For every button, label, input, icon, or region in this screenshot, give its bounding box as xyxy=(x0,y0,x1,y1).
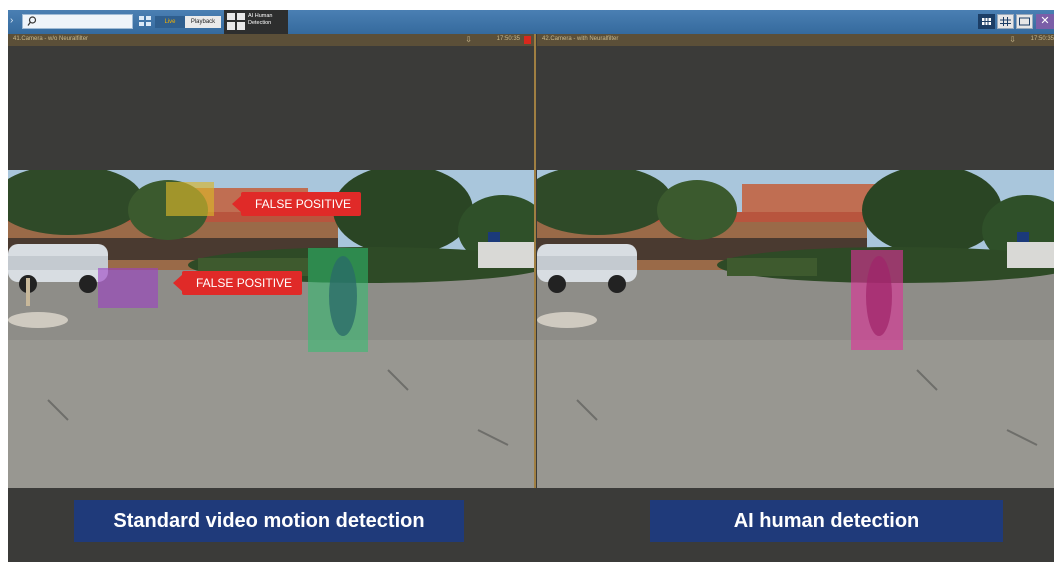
tools-button[interactable]: ✕ xyxy=(1036,14,1054,29)
caption-right: AI human detection xyxy=(650,500,1003,542)
false-positive-label: FALSE POSITIVE xyxy=(172,271,303,295)
search-icon xyxy=(27,16,37,26)
hash-grid-button[interactable] xyxy=(997,14,1014,29)
single-view-button[interactable] xyxy=(1016,14,1033,29)
camera-timestamp: 17:50:35 xyxy=(496,36,520,42)
camera-panel-left[interactable]: 41.Camera - w/o Neuralfilter ⇩ 17:50:35 xyxy=(8,34,536,488)
grid-view-icon xyxy=(982,18,991,25)
camera-timestamp: 17:50:35 xyxy=(1030,36,1054,42)
grid-view-button[interactable] xyxy=(978,14,995,29)
download-icon[interactable]: ⇩ xyxy=(1009,35,1016,44)
motion-box-yellow xyxy=(166,182,214,216)
false-positive-label: FALSE POSITIVE xyxy=(231,192,362,216)
expand-arrow-icon[interactable]: › xyxy=(10,15,13,26)
single-view-icon xyxy=(1019,17,1030,26)
camera-title-bar: 42.Camera - with Neuralfilter ⇩ 17:50:35 xyxy=(537,34,1054,46)
camera-video-frame xyxy=(537,170,1054,488)
live-mode-button[interactable]: Live xyxy=(155,16,185,28)
record-indicator-icon xyxy=(524,36,531,44)
camera-name: 42.Camera - with Neuralfilter xyxy=(542,36,619,42)
playback-mode-button[interactable]: Playback xyxy=(185,16,221,28)
layout-grid-icon[interactable] xyxy=(139,16,151,27)
tab-ai-human-detection[interactable]: AI Human Detection xyxy=(224,10,288,34)
camera-panel-right[interactable]: 42.Camera - with Neuralfilter ⇩ 17:50:35 xyxy=(537,34,1054,488)
download-icon[interactable]: ⇩ xyxy=(465,35,472,44)
hash-icon xyxy=(1000,17,1011,26)
motion-box-purple xyxy=(98,268,158,308)
camera-title-bar: 41.Camera - w/o Neuralfilter ⇩ 17:50:35 xyxy=(8,34,534,46)
camera-name: 41.Camera - w/o Neuralfilter xyxy=(13,36,89,42)
layout-icon xyxy=(227,13,245,30)
search-input[interactable] xyxy=(22,14,133,29)
mode-switch: Live Playback xyxy=(155,16,221,28)
tab-label: AI Human Detection xyxy=(248,13,273,26)
camera-video-frame xyxy=(8,170,534,488)
top-toolbar: › Live Playback AI Human Detection ✕ xyxy=(8,10,1054,34)
wrench-icon: ✕ xyxy=(1040,15,1050,27)
video-client-app: › Live Playback AI Human Detection ✕ 41.… xyxy=(8,10,1054,562)
caption-left: Standard video motion detection xyxy=(74,500,464,542)
